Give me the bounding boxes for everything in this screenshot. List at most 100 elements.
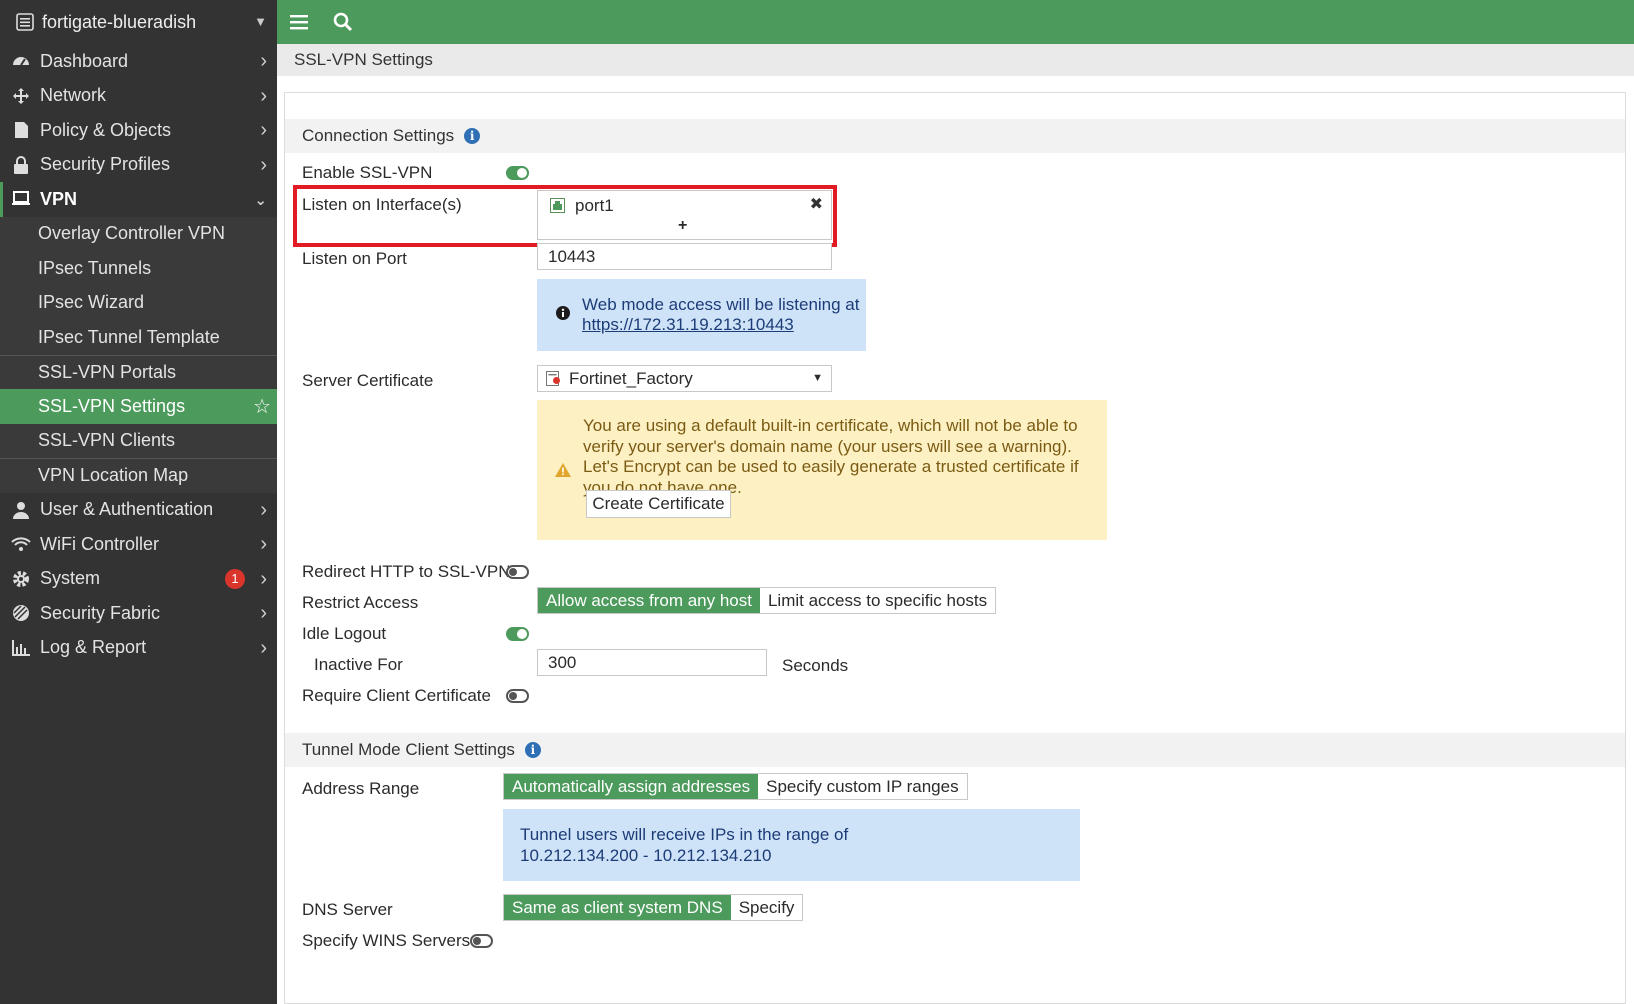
sidebar-item-policy-objects[interactable]: Policy & Objects › [0, 113, 277, 148]
web-mode-url-link[interactable]: https://172.31.19.213:10443 [582, 315, 794, 335]
sidebar-subitem-label: IPsec Tunnel Template [38, 327, 220, 348]
fabric-icon [10, 604, 32, 622]
sidebar-subitem-ssl-vpn-settings[interactable]: SSL-VPN Settings ☆ [0, 389, 277, 424]
info-circle-icon [556, 305, 570, 325]
sidebar-subitem-ipsec-tunnels[interactable]: IPsec Tunnels [0, 251, 277, 286]
create-certificate-button[interactable]: Create Certificate [586, 490, 731, 518]
sidebar-item-label: WiFi Controller [40, 534, 159, 555]
sidebar-item-label: Dashboard [40, 51, 128, 72]
sidebar-item-system[interactable]: System 1 › [0, 562, 277, 597]
sidebar-subitem-ipsec-wizard[interactable]: IPsec Wizard [0, 286, 277, 321]
certificate-warning-text: You are using a default built-in certifi… [583, 416, 1095, 498]
sidebar-item-wifi-controller[interactable]: WiFi Controller › [0, 527, 277, 562]
info-icon[interactable]: i [464, 128, 480, 144]
section-title: Tunnel Mode Client Settings [302, 740, 515, 760]
listen-port-label: Listen on Port [302, 249, 407, 269]
sidebar-subitem-label: SSL-VPN Clients [38, 430, 175, 451]
sidebar-subitem-overlay-controller-vpn[interactable]: Overlay Controller VPN [0, 217, 277, 252]
chevron-down-icon: ▼ [812, 372, 823, 384]
certificate-icon [546, 371, 561, 386]
restrict-access-label: Restrict Access [302, 593, 418, 613]
sidebar-subitem-label: SSL-VPN Settings [38, 396, 185, 417]
menu-icon[interactable] [277, 0, 321, 44]
ip-range-info-box: Tunnel users will receive IPs in the ran… [503, 809, 1080, 881]
sidebar-subitem-ssl-vpn-portals[interactable]: SSL-VPN Portals [0, 355, 277, 390]
sidebar-item-dashboard[interactable]: Dashboard › [0, 44, 277, 79]
same-as-client-dns-option[interactable]: Same as client system DNS [504, 895, 731, 920]
limit-specific-hosts-option[interactable]: Limit access to specific hosts [760, 588, 995, 613]
idle-logout-toggle[interactable] [506, 627, 529, 641]
gear-icon [10, 570, 32, 588]
section-title: Connection Settings [302, 126, 454, 146]
enable-ssl-vpn-label: Enable SSL-VPN [302, 163, 432, 183]
device-selector[interactable]: fortigate-blueradish ▼ [0, 0, 277, 44]
auto-assign-option[interactable]: Automatically assign addresses [504, 774, 758, 799]
idle-logout-label: Idle Logout [302, 624, 386, 644]
sidebar-item-label: Policy & Objects [40, 120, 171, 141]
info-icon[interactable]: i [525, 742, 541, 758]
ip-range-note-text: Tunnel users will receive IPs in the ran… [520, 825, 970, 866]
chevron-down-icon: ⌄ [254, 191, 267, 209]
sidebar-subitem-label: SSL-VPN Portals [38, 362, 176, 383]
tunnel-mode-settings-header: Tunnel Mode Client Settings i [285, 733, 1625, 767]
address-range-label: Address Range [302, 779, 419, 799]
search-icon[interactable] [321, 0, 365, 44]
allow-any-host-option[interactable]: Allow access from any host [538, 588, 760, 613]
redirect-http-toggle[interactable] [506, 565, 529, 579]
wifi-icon [10, 536, 32, 552]
chevron-right-icon: › [260, 499, 267, 522]
sidebar-subitem-label: Overlay Controller VPN [38, 223, 225, 244]
restrict-access-toggle-group: Allow access from any host Limit access … [537, 587, 996, 614]
dns-server-toggle-group: Same as client system DNS Specify [503, 894, 803, 921]
connection-settings-header: Connection Settings i [285, 119, 1625, 153]
sidebar-subitem-label: VPN Location Map [38, 465, 188, 486]
sidebar-item-security-profiles[interactable]: Security Profiles › [0, 148, 277, 183]
sidebar-item-label: Security Profiles [40, 154, 170, 175]
inactive-for-input[interactable]: 300 [537, 649, 767, 676]
require-client-cert-toggle[interactable] [506, 689, 529, 703]
server-certificate-select[interactable]: Fortinet_Factory ▼ [537, 365, 832, 392]
enable-ssl-vpn-toggle[interactable] [506, 166, 529, 180]
chevron-right-icon: › [260, 602, 267, 625]
sidebar-item-log-report[interactable]: Log & Report › [0, 631, 277, 666]
sidebar-subitem-ipsec-tunnel-template[interactable]: IPsec Tunnel Template [0, 320, 277, 355]
star-icon[interactable]: ☆ [253, 394, 271, 419]
sidebar-item-label: Network [40, 85, 106, 106]
monitor-icon [10, 191, 32, 207]
specify-dns-option[interactable]: Specify [731, 895, 803, 920]
sidebar-item-label: Log & Report [40, 637, 146, 658]
user-icon [10, 501, 32, 519]
top-bar [277, 0, 1634, 44]
inactive-for-label: Inactive For [314, 655, 403, 675]
breadcrumb: SSL-VPN Settings [277, 44, 1634, 76]
lock-icon [10, 156, 32, 174]
device-icon [14, 11, 36, 33]
chevron-right-icon: › [260, 533, 267, 556]
policy-icon [10, 121, 32, 139]
sidebar-subitem-vpn-location-map[interactable]: VPN Location Map [0, 458, 277, 493]
redirect-http-label: Redirect HTTP to SSL-VPN [302, 562, 510, 582]
warning-icon [554, 462, 572, 483]
sidebar-item-vpn[interactable]: VPN ⌄ [0, 182, 277, 217]
sidebar-item-security-fabric[interactable]: Security Fabric › [0, 596, 277, 631]
page-title: SSL-VPN Settings [294, 50, 433, 70]
web-mode-info-box: Web mode access will be listening at htt… [537, 279, 866, 351]
specify-wins-toggle[interactable] [470, 934, 493, 948]
chevron-right-icon: › [260, 637, 267, 660]
chevron-right-icon: › [260, 50, 267, 73]
chevron-right-icon: › [260, 568, 267, 591]
chevron-right-icon: › [260, 154, 267, 177]
network-icon [10, 87, 32, 105]
require-client-cert-label: Require Client Certificate [302, 686, 491, 706]
sidebar-subitem-label: IPsec Wizard [38, 292, 144, 313]
sidebar-item-user-authentication[interactable]: User & Authentication › [0, 493, 277, 528]
certificate-warning-box: You are using a default built-in certifi… [537, 400, 1107, 540]
listen-port-input[interactable]: 10443 [537, 243, 832, 270]
web-mode-note-text: Web mode access will be listening at [582, 295, 860, 315]
sidebar-item-network[interactable]: Network › [0, 79, 277, 114]
dashboard-icon [10, 53, 32, 69]
sidebar-subitem-ssl-vpn-clients[interactable]: SSL-VPN Clients [0, 424, 277, 459]
dns-server-label: DNS Server [302, 900, 393, 920]
sidebar: fortigate-blueradish ▼ Dashboard › Netwo… [0, 0, 277, 1004]
custom-ip-ranges-option[interactable]: Specify custom IP ranges [758, 774, 966, 799]
